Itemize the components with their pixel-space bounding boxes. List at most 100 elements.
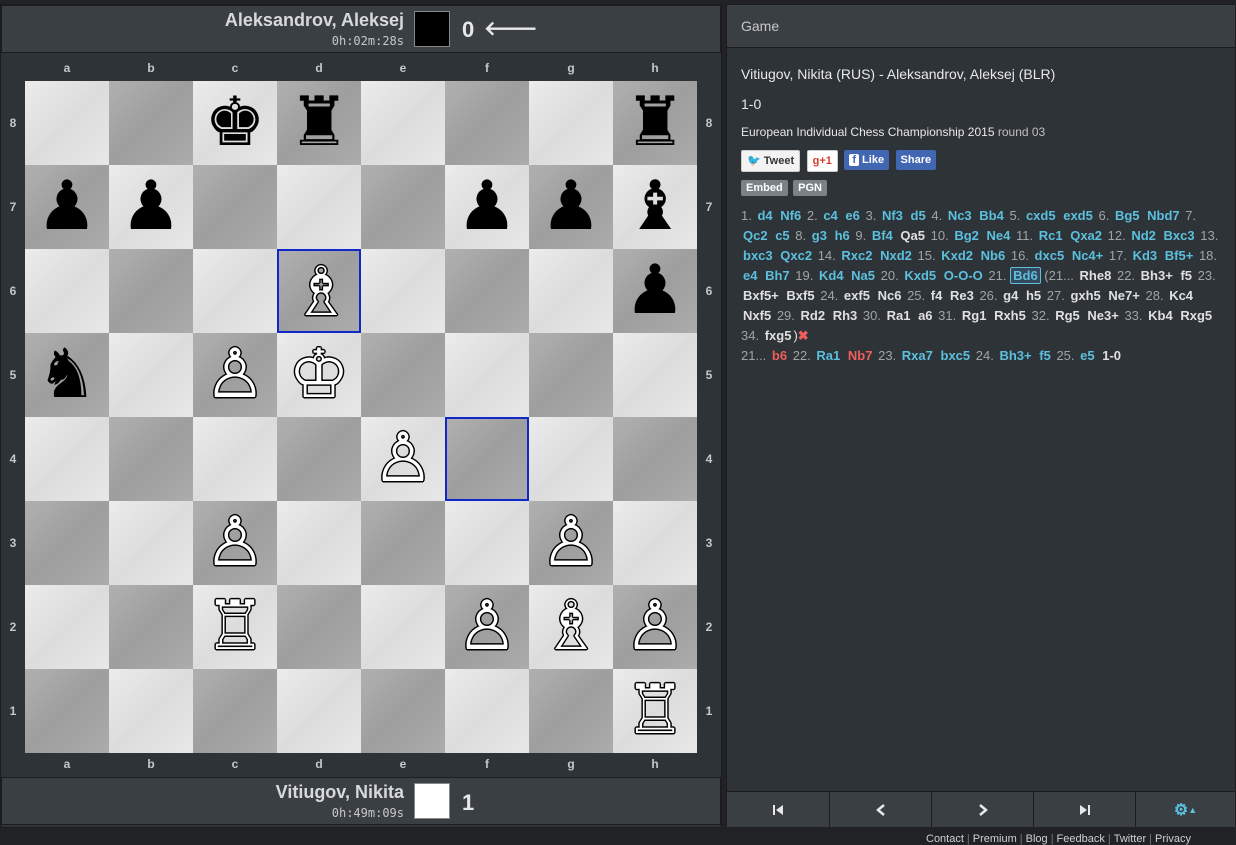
variation-move-black[interactable]: Ne3+ xyxy=(1085,308,1120,323)
move-black[interactable]: Qxa2 xyxy=(1068,228,1104,243)
footer-link-feedback[interactable]: Feedback xyxy=(1057,833,1105,845)
white-bishop-piece[interactable]: ♗ xyxy=(279,251,363,335)
white-pawn-piece[interactable]: ♙ xyxy=(193,333,277,417)
chess-board[interactable]: ♚ ♜ ♜ ♟ ♟ ♟ ♟ ♝ ♗ ♟ ♞ ♙ ♔ ♙ ♙ ♙ ♖ ♙ ♗ ♙ ♖ xyxy=(25,81,697,753)
square-f4[interactable] xyxy=(445,417,529,501)
variation-move-white[interactable]: gxh5 xyxy=(1068,288,1102,303)
move-black[interactable]: Ne4 xyxy=(985,228,1013,243)
black-king-piece[interactable]: ♚ xyxy=(193,81,277,165)
variation-move-white[interactable]: Ra1 xyxy=(885,308,913,323)
variation-move-white[interactable]: Rg1 xyxy=(960,308,989,323)
square-h2[interactable]: ♙ xyxy=(613,585,697,669)
square-e4[interactable]: ♙ xyxy=(361,417,445,501)
square-b4[interactable] xyxy=(109,417,193,501)
square-g5[interactable] xyxy=(529,333,613,417)
square-g3[interactable]: ♙ xyxy=(529,501,613,585)
square-h1[interactable]: ♖ xyxy=(613,669,697,753)
square-d7[interactable] xyxy=(277,165,361,249)
settings-button[interactable]: ⚙ ▲ xyxy=(1135,791,1235,827)
move-white[interactable]: Bd6 xyxy=(1010,267,1041,284)
square-d4[interactable] xyxy=(277,417,361,501)
footer-link-blog[interactable]: Blog xyxy=(1026,833,1048,845)
move-black[interactable]: Nf6 xyxy=(778,208,803,223)
square-f2[interactable]: ♙ xyxy=(445,585,529,669)
square-b3[interactable] xyxy=(109,501,193,585)
white-king-piece[interactable]: ♔ xyxy=(277,333,361,417)
square-f7[interactable]: ♟ xyxy=(445,165,529,249)
move-white[interactable]: bxc3 xyxy=(741,248,775,263)
move-white[interactable]: Qc2 xyxy=(741,228,770,243)
square-b7[interactable]: ♟ xyxy=(109,165,193,249)
variation-move-white[interactable]: fxg5 xyxy=(763,328,794,343)
white-pawn-piece[interactable]: ♙ xyxy=(613,585,697,669)
square-b6[interactable] xyxy=(109,249,193,333)
black-pawn-piece[interactable]: ♟ xyxy=(529,165,613,249)
square-f1[interactable] xyxy=(445,669,529,753)
footer-link-premium[interactable]: Premium xyxy=(973,833,1017,845)
black-pawn-piece[interactable]: ♟ xyxy=(109,165,193,249)
move-black[interactable]: Qa5 xyxy=(898,228,927,243)
square-a5[interactable]: ♞ xyxy=(25,333,109,417)
square-a1[interactable] xyxy=(25,669,109,753)
next-move-button[interactable] xyxy=(931,791,1033,827)
tweet-button[interactable]: 🐦 Tweet xyxy=(741,150,801,172)
square-c5[interactable]: ♙ xyxy=(193,333,277,417)
square-f6[interactable] xyxy=(445,249,529,333)
footer-link-twitter[interactable]: Twitter xyxy=(1114,833,1146,845)
square-c6[interactable] xyxy=(193,249,277,333)
move-white[interactable]: Ra1 xyxy=(814,348,842,363)
variation-move-black[interactable]: Rhe8 xyxy=(1078,268,1114,283)
black-pawn-piece[interactable]: ♟ xyxy=(25,165,109,249)
move-black[interactable]: d5 xyxy=(909,208,928,223)
delete-variation-icon[interactable]: ✖ xyxy=(798,328,809,343)
square-a2[interactable] xyxy=(25,585,109,669)
square-a3[interactable] xyxy=(25,501,109,585)
square-c4[interactable] xyxy=(193,417,277,501)
square-h4[interactable] xyxy=(613,417,697,501)
square-e6[interactable] xyxy=(361,249,445,333)
square-e5[interactable] xyxy=(361,333,445,417)
square-a4[interactable] xyxy=(25,417,109,501)
move-black[interactable]: Bf5+ xyxy=(1163,248,1196,263)
square-g2[interactable]: ♗ xyxy=(529,585,613,669)
square-e3[interactable] xyxy=(361,501,445,585)
square-d3[interactable] xyxy=(277,501,361,585)
black-pawn-piece[interactable]: ♟ xyxy=(445,165,529,249)
move-white[interactable]: Kxd2 xyxy=(939,248,975,263)
move-white[interactable]: g3 xyxy=(810,228,829,243)
square-d1[interactable] xyxy=(277,669,361,753)
move-black[interactable]: Nb6 xyxy=(979,248,1008,263)
facebook-share-button[interactable]: Share xyxy=(895,150,937,170)
move-white[interactable]: e4 xyxy=(741,268,759,283)
square-e2[interactable] xyxy=(361,585,445,669)
white-bishop-piece[interactable]: ♗ xyxy=(529,585,613,669)
black-rook-piece[interactable]: ♜ xyxy=(277,81,361,165)
variation-move-black[interactable]: h5 xyxy=(1024,288,1043,303)
square-a7[interactable]: ♟ xyxy=(25,165,109,249)
move-black[interactable]: 1-0 xyxy=(1100,348,1123,363)
square-f3[interactable] xyxy=(445,501,529,585)
square-h5[interactable] xyxy=(613,333,697,417)
square-b8[interactable] xyxy=(109,81,193,165)
variation-move-white[interactable]: g4 xyxy=(1001,288,1020,303)
square-e8[interactable] xyxy=(361,81,445,165)
move-white[interactable]: Bf4 xyxy=(870,228,895,243)
square-c1[interactable] xyxy=(193,669,277,753)
move-black[interactable]: Bb4 xyxy=(977,208,1006,223)
footer-link-contact[interactable]: Contact xyxy=(926,833,964,845)
variation-move-black[interactable]: Nxf5 xyxy=(741,308,773,323)
square-c7[interactable] xyxy=(193,165,277,249)
move-white[interactable]: d4 xyxy=(755,208,774,223)
move-white[interactable]: Bh3+ xyxy=(997,348,1033,363)
square-f8[interactable] xyxy=(445,81,529,165)
variation-move-white[interactable]: Rd2 xyxy=(799,308,828,323)
variation-move-white[interactable]: Bxf5+ xyxy=(741,288,781,303)
move-white[interactable]: Rc1 xyxy=(1037,228,1065,243)
square-d2[interactable] xyxy=(277,585,361,669)
variation-move-black[interactable]: Ne7+ xyxy=(1106,288,1141,303)
white-pawn-piece[interactable]: ♙ xyxy=(529,501,613,585)
move-black[interactable]: Qxc2 xyxy=(778,248,814,263)
move-white[interactable]: Nf3 xyxy=(880,208,905,223)
move-white[interactable]: Nd2 xyxy=(1129,228,1158,243)
square-h7[interactable]: ♝ xyxy=(613,165,697,249)
